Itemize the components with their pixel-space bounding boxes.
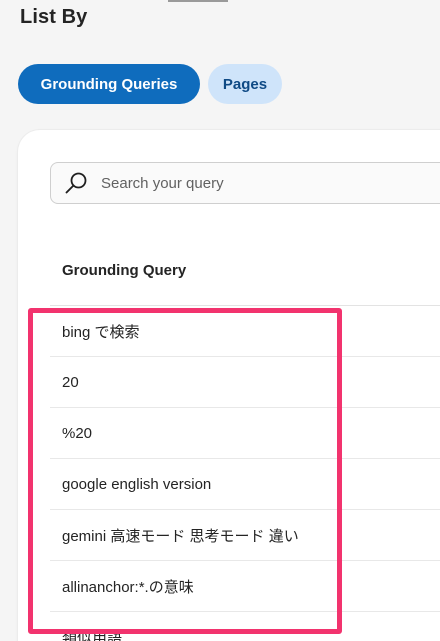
query-text: gemini 高速モード 思考モード 違い (62, 527, 299, 545)
tab-pages[interactable]: Pages (208, 64, 282, 104)
table-row[interactable]: bing で検索 (50, 306, 440, 357)
query-list-card: Grounding Query bing で検索 20 %20 google e… (18, 130, 440, 641)
window-handle[interactable] (168, 0, 228, 2)
table-row[interactable]: %20 (50, 408, 440, 459)
search-input[interactable] (99, 173, 423, 193)
query-text: %20 (62, 424, 93, 442)
query-text: allinanchor:*.の意味 (62, 578, 194, 596)
search-box[interactable] (50, 162, 440, 204)
query-text: 類似用語 (62, 629, 123, 641)
table-row[interactable]: gemini 高速モード 思考モード 違い (50, 510, 440, 561)
tab-grounding-queries[interactable]: Grounding Queries (18, 64, 200, 104)
column-header-grounding-query[interactable]: Grounding Query (62, 262, 186, 279)
query-text: google english version (62, 475, 212, 493)
query-list: bing で検索 20 %20 google english version g… (50, 306, 440, 641)
page-title: List By (20, 6, 88, 28)
search-icon (65, 172, 87, 194)
table-row[interactable]: 20 (50, 357, 440, 408)
query-text: 20 (62, 373, 79, 391)
page: List By Grounding Queries Pages Groundin… (0, 0, 440, 641)
table-row[interactable]: google english version (50, 459, 440, 510)
query-text: bing で検索 (62, 323, 140, 341)
list-by-tabs: Grounding Queries Pages (18, 64, 282, 104)
table-row[interactable]: allinanchor:*.の意味 (50, 561, 440, 612)
table-row[interactable]: 類似用語 (50, 612, 440, 641)
